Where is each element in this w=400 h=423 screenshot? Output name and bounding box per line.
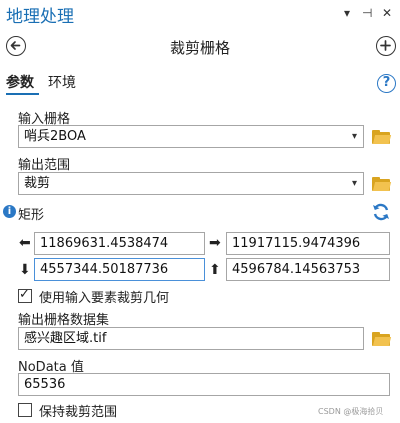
add-button[interactable]	[376, 36, 396, 56]
folder-icon[interactable]	[372, 177, 392, 191]
pin-icon[interactable]: ⊣	[362, 5, 372, 21]
use-input-features-label: 使用输入要素裁剪几何	[39, 291, 170, 306]
output-raster-label: 输出栅格数据集	[18, 313, 110, 328]
tab-bar: 参数 环境	[0, 70, 400, 96]
arrow-right-icon: ➡	[209, 235, 221, 251]
output-raster-input[interactable]: 感兴趣区域.tif	[18, 327, 364, 350]
use-input-features-checkbox[interactable]: ✓	[18, 287, 32, 303]
output-extent-label: 输出范围	[18, 158, 71, 173]
extent-bottom-value: 4557344.50187736	[40, 262, 169, 277]
input-raster-dropdown[interactable]: 哨兵2BOA ▾	[18, 125, 364, 148]
plus-circle-icon	[380, 40, 391, 51]
output-extent-value: 裁剪	[24, 176, 51, 191]
folder-icon[interactable]	[372, 332, 392, 346]
refresh-icon[interactable]	[371, 202, 391, 222]
arrow-up-icon: ⬆	[209, 262, 221, 278]
chevron-down-icon: ▾	[351, 178, 357, 189]
tool-header: 裁剪栅格	[0, 32, 400, 62]
output-extent-dropdown[interactable]: 裁剪 ▾	[18, 172, 364, 195]
check-icon: ✓	[19, 287, 30, 302]
arrow-left-icon: ⬅	[19, 235, 31, 251]
chevron-down-icon: ▾	[351, 131, 357, 142]
active-tab-indicator	[6, 93, 39, 95]
nodata-input[interactable]: 65536	[18, 373, 390, 396]
nodata-value: 65536	[24, 377, 66, 392]
watermark: CSDN @极海拾贝	[318, 407, 384, 416]
maintain-extent-checkbox[interactable]	[18, 403, 32, 417]
folder-icon[interactable]	[372, 130, 392, 144]
extent-right-value: 11917115.9474396	[232, 236, 361, 251]
close-icon[interactable]: ✕	[382, 5, 392, 21]
input-raster-value: 哨兵2BOA	[24, 129, 86, 144]
extent-left-value: 11869631.4538474	[40, 236, 169, 251]
info-icon[interactable]: i	[3, 205, 16, 218]
extent-top-input[interactable]: 4596784.14563753	[226, 258, 390, 281]
extent-top-value: 4596784.14563753	[232, 262, 361, 277]
output-raster-value: 感兴趣区域.tif	[24, 331, 107, 346]
rectangle-label: 矩形	[18, 208, 45, 223]
pane-titlebar: 地理处理 ▾ ⊣ ✕	[0, 0, 400, 28]
extent-bottom-input[interactable]: 4557344.50187736	[34, 258, 205, 281]
tab-environments[interactable]: 环境	[48, 72, 76, 92]
extent-right-input[interactable]: 11917115.9474396	[226, 232, 390, 255]
extent-left-input[interactable]: 11869631.4538474	[34, 232, 205, 255]
pane-title: 地理处理	[6, 7, 74, 27]
pane-menu-icon[interactable]: ▾	[344, 5, 350, 21]
maintain-extent-label: 保持裁剪范围	[39, 405, 118, 420]
tab-parameters[interactable]: 参数	[6, 72, 34, 92]
arrow-down-icon: ⬇	[19, 262, 31, 278]
tool-title: 裁剪栅格	[169, 39, 230, 57]
help-icon[interactable]: ?	[377, 74, 396, 93]
